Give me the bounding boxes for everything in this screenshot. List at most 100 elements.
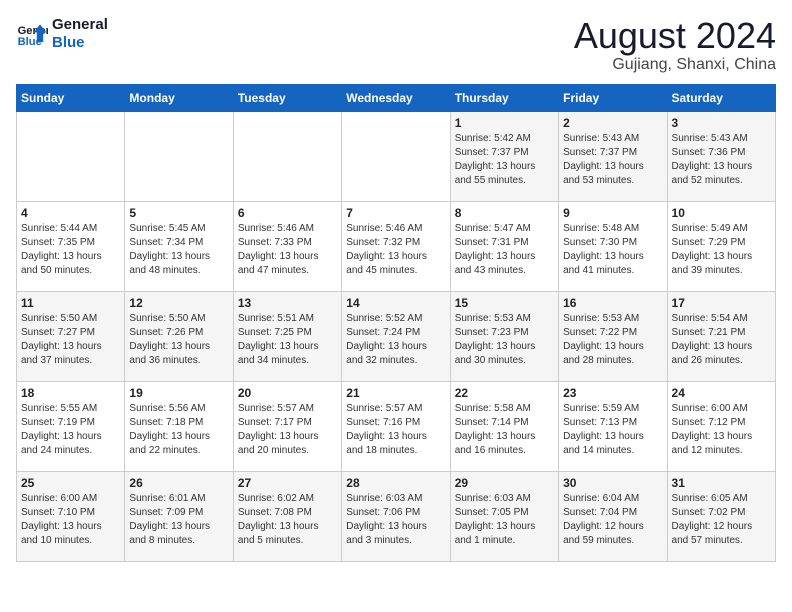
- calendar-cell: 17 Sunrise: 5:54 AMSunset: 7:21 PMDayligh…: [667, 291, 775, 381]
- calendar-cell: 22 Sunrise: 5:58 AMSunset: 7:14 PMDayligh…: [450, 381, 558, 471]
- day-header-friday: Friday: [559, 84, 667, 111]
- day-info: Sunrise: 5:43 AMSunset: 7:36 PMDaylight:…: [672, 132, 771, 188]
- day-number: 5: [129, 206, 228, 220]
- calendar-cell: 15Sunrise: 5:53 AMSunset: 7:23 PMDayligh…: [450, 291, 558, 381]
- day-info: Sunrise: 5:58 AMSunset: 7:14 PMDaylight:…: [455, 402, 554, 458]
- title-block: August 2024 Gujiang, Shanxi, China: [574, 16, 776, 74]
- day-info: Sunrise: 5:47 AMSunset: 7:31 PMDaylight:…: [455, 222, 554, 278]
- calendar-header-row: SundayMondayTuesdayWednesdayThursdayFrid…: [17, 84, 776, 111]
- calendar-cell: 11 Sunrise: 5:50 AMSunset: 7:27 PMDayligh…: [17, 291, 125, 381]
- day-info: Sunrise: 5:56 AMSunset: 7:18 PMDaylight:…: [129, 402, 228, 458]
- calendar-cell: 18Sunrise: 5:55 AMSunset: 7:19 PMDayligh…: [17, 381, 125, 471]
- day-number: 3: [672, 116, 771, 130]
- day-number: 11: [21, 296, 120, 310]
- calendar-week-2: 4 Sunrise: 5:44 AMSunset: 7:35 PMDaylight…: [17, 201, 776, 291]
- day-number: 1: [455, 116, 554, 130]
- day-info: Sunrise: 5:54 AMSunset: 7:21 PMDaylight:…: [672, 312, 771, 368]
- calendar-week-5: 25Sunrise: 6:00 AMSunset: 7:10 PMDayligh…: [17, 471, 776, 561]
- calendar-cell: 19 Sunrise: 5:56 AMSunset: 7:18 PMDayligh…: [125, 381, 233, 471]
- day-number: 31: [672, 476, 771, 490]
- day-info: Sunrise: 5:50 AMSunset: 7:27 PMDaylight:…: [21, 312, 120, 368]
- day-info: Sunrise: 5:48 AMSunset: 7:30 PMDaylight:…: [563, 222, 662, 278]
- day-number: 10: [672, 206, 771, 220]
- logo-icon: General Blue: [16, 18, 48, 50]
- day-header-wednesday: Wednesday: [342, 84, 450, 111]
- day-number: 20: [238, 386, 337, 400]
- day-info: Sunrise: 6:01 AMSunset: 7:09 PMDaylight:…: [129, 492, 228, 548]
- day-number: 29: [455, 476, 554, 490]
- day-number: 14: [346, 296, 445, 310]
- calendar-cell: 27 Sunrise: 6:02 AMSunset: 7:08 PMDayligh…: [233, 471, 341, 561]
- calendar-cell: 12 Sunrise: 5:50 AMSunset: 7:26 PMDayligh…: [125, 291, 233, 381]
- calendar-body: 1Sunrise: 5:42 AMSunset: 7:37 PMDaylight…: [17, 111, 776, 561]
- day-number: 4: [21, 206, 120, 220]
- calendar-table: SundayMondayTuesdayWednesdayThursdayFrid…: [16, 84, 776, 562]
- day-info: Sunrise: 5:46 AMSunset: 7:32 PMDaylight:…: [346, 222, 445, 278]
- day-info: Sunrise: 5:55 AMSunset: 7:19 PMDaylight:…: [21, 402, 120, 458]
- calendar-cell: 20 Sunrise: 5:57 AMSunset: 7:17 PMDayligh…: [233, 381, 341, 471]
- day-info: Sunrise: 6:00 AMSunset: 7:10 PMDaylight:…: [21, 492, 120, 548]
- day-info: Sunrise: 5:59 AMSunset: 7:13 PMDaylight:…: [563, 402, 662, 458]
- day-header-sunday: Sunday: [17, 84, 125, 111]
- day-header-monday: Monday: [125, 84, 233, 111]
- day-number: 17: [672, 296, 771, 310]
- calendar-cell: 6Sunrise: 5:46 AMSunset: 7:33 PMDaylight…: [233, 201, 341, 291]
- day-info: Sunrise: 5:50 AMSunset: 7:26 PMDaylight:…: [129, 312, 228, 368]
- day-number: 21: [346, 386, 445, 400]
- main-title: August 2024: [574, 16, 776, 56]
- day-number: 12: [129, 296, 228, 310]
- day-number: 2: [563, 116, 662, 130]
- day-number: 8: [455, 206, 554, 220]
- day-number: 16: [563, 296, 662, 310]
- day-info: Sunrise: 5:57 AMSunset: 7:17 PMDaylight:…: [238, 402, 337, 458]
- day-number: 6: [238, 206, 337, 220]
- page-header: General Blue General Blue August 2024 Gu…: [16, 16, 776, 74]
- calendar-cell: 28Sunrise: 6:03 AMSunset: 7:06 PMDayligh…: [342, 471, 450, 561]
- calendar-cell: 24Sunrise: 6:00 AMSunset: 7:12 PMDayligh…: [667, 381, 775, 471]
- calendar-cell: 31Sunrise: 6:05 AMSunset: 7:02 PMDayligh…: [667, 471, 775, 561]
- calendar-cell: 29 Sunrise: 6:03 AMSunset: 7:05 PMDayligh…: [450, 471, 558, 561]
- day-info: Sunrise: 5:53 AMSunset: 7:22 PMDaylight:…: [563, 312, 662, 368]
- day-info: Sunrise: 5:43 AMSunset: 7:37 PMDaylight:…: [563, 132, 662, 188]
- day-number: 28: [346, 476, 445, 490]
- day-header-tuesday: Tuesday: [233, 84, 341, 111]
- day-number: 9: [563, 206, 662, 220]
- day-number: 19: [129, 386, 228, 400]
- day-info: Sunrise: 5:57 AMSunset: 7:16 PMDaylight:…: [346, 402, 445, 458]
- calendar-week-3: 11 Sunrise: 5:50 AMSunset: 7:27 PMDayligh…: [17, 291, 776, 381]
- day-number: 30: [563, 476, 662, 490]
- calendar-cell: 14 Sunrise: 5:52 AMSunset: 7:24 PMDayligh…: [342, 291, 450, 381]
- day-number: 22: [455, 386, 554, 400]
- day-number: 26: [129, 476, 228, 490]
- calendar-cell: 4 Sunrise: 5:44 AMSunset: 7:35 PMDaylight…: [17, 201, 125, 291]
- day-header-thursday: Thursday: [450, 84, 558, 111]
- calendar-cell: [233, 111, 341, 201]
- day-number: 13: [238, 296, 337, 310]
- day-info: Sunrise: 5:52 AMSunset: 7:24 PMDaylight:…: [346, 312, 445, 368]
- day-number: 7: [346, 206, 445, 220]
- calendar-cell: 16 Sunrise: 5:53 AMSunset: 7:22 PMDayligh…: [559, 291, 667, 381]
- logo-blue: Blue: [52, 34, 108, 52]
- day-header-saturday: Saturday: [667, 84, 775, 111]
- calendar-cell: 21 Sunrise: 5:57 AMSunset: 7:16 PMDayligh…: [342, 381, 450, 471]
- calendar-cell: 1Sunrise: 5:42 AMSunset: 7:37 PMDaylight…: [450, 111, 558, 201]
- calendar-cell: 26 Sunrise: 6:01 AMSunset: 7:09 PMDayligh…: [125, 471, 233, 561]
- calendar-cell: 5Sunrise: 5:45 AMSunset: 7:34 PMDaylight…: [125, 201, 233, 291]
- calendar-cell: 13 Sunrise: 5:51 AMSunset: 7:25 PMDayligh…: [233, 291, 341, 381]
- calendar-week-1: 1Sunrise: 5:42 AMSunset: 7:37 PMDaylight…: [17, 111, 776, 201]
- calendar-cell: 30Sunrise: 6:04 AMSunset: 7:04 PMDayligh…: [559, 471, 667, 561]
- day-info: Sunrise: 6:02 AMSunset: 7:08 PMDaylight:…: [238, 492, 337, 548]
- calendar-cell: [17, 111, 125, 201]
- calendar-cell: 3 Sunrise: 5:43 AMSunset: 7:36 PMDaylight…: [667, 111, 775, 201]
- calendar-cell: [125, 111, 233, 201]
- day-info: Sunrise: 5:51 AMSunset: 7:25 PMDaylight:…: [238, 312, 337, 368]
- subtitle: Gujiang, Shanxi, China: [574, 56, 776, 74]
- calendar-cell: 25Sunrise: 6:00 AMSunset: 7:10 PMDayligh…: [17, 471, 125, 561]
- day-info: Sunrise: 5:44 AMSunset: 7:35 PMDaylight:…: [21, 222, 120, 278]
- day-number: 27: [238, 476, 337, 490]
- calendar-cell: 7 Sunrise: 5:46 AMSunset: 7:32 PMDaylight…: [342, 201, 450, 291]
- calendar-cell: [342, 111, 450, 201]
- calendar-cell: 10Sunrise: 5:49 AMSunset: 7:29 PMDayligh…: [667, 201, 775, 291]
- logo-general: General: [52, 16, 108, 34]
- day-info: Sunrise: 6:03 AMSunset: 7:05 PMDaylight:…: [455, 492, 554, 548]
